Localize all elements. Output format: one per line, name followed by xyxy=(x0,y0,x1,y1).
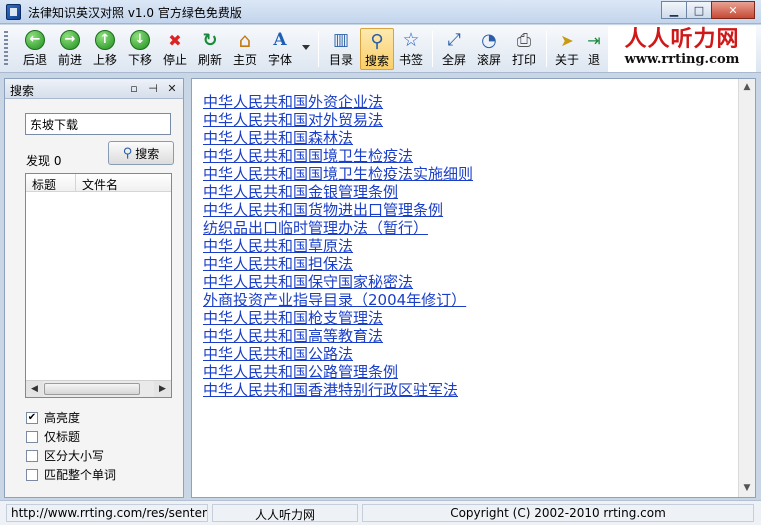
search-input[interactable] xyxy=(25,113,171,135)
move-down-button[interactable]: ↓ 下移 xyxy=(123,28,157,70)
panel-close-icon[interactable]: ✕ xyxy=(165,82,179,95)
toolbar-separator xyxy=(432,31,433,67)
contents-button[interactable]: ▥ 目录 xyxy=(324,28,358,70)
search-button[interactable]: ⚲ 搜索 xyxy=(108,141,174,165)
scroll-right-icon[interactable]: ▶ xyxy=(154,381,171,397)
law-link[interactable]: 中华人民共和国公路管理条例 xyxy=(203,363,473,381)
window-controls: ▁ □ ✕ xyxy=(661,1,755,19)
law-link[interactable]: 中华人民共和国香港特别行政区驻军法 xyxy=(203,381,473,399)
print-button[interactable]: ⎙ 打印 xyxy=(507,28,541,70)
checkbox[interactable] xyxy=(26,468,38,481)
contents-icon: ▥ xyxy=(332,30,350,50)
law-link[interactable]: 中华人民共和国金银管理条例 xyxy=(203,183,473,201)
option-highlight[interactable]: ✔ 高亮度 xyxy=(26,409,80,426)
forward-arrow-icon: → xyxy=(59,29,81,51)
status-bar: http://www.rrting.com/res/sentenc 人人听力网 … xyxy=(0,500,761,525)
stop-icon: ✖ xyxy=(168,30,182,50)
column-filename[interactable]: 文件名 xyxy=(76,174,171,192)
checkbox-checked[interactable]: ✔ xyxy=(26,411,38,424)
toolbar-separator xyxy=(546,31,547,67)
law-link[interactable]: 中华人民共和国高等教育法 xyxy=(203,327,473,345)
law-link[interactable]: 中华人民共和国国境卫生检疫法实施细则 xyxy=(203,165,473,183)
option-title-only[interactable]: 仅标题 xyxy=(26,428,80,445)
law-link-list: 中华人民共和国外资企业法 中华人民共和国对外贸易法 中华人民共和国森林法 中华人… xyxy=(203,93,473,399)
law-link[interactable]: 中华人民共和国担保法 xyxy=(203,255,473,273)
law-link[interactable]: 中华人民共和国森林法 xyxy=(203,129,473,147)
content-vscrollbar[interactable]: ▲ ▼ xyxy=(738,79,755,497)
printer-icon: ⎙ xyxy=(516,29,532,51)
font-icon: A xyxy=(273,30,287,50)
checkbox[interactable] xyxy=(26,430,38,443)
content-pane: 中华人民共和国外资企业法 中华人民共和国对外贸易法 中华人民共和国森林法 中华人… xyxy=(191,78,756,498)
up-arrow-icon: ↑ xyxy=(94,29,116,51)
scroll-thumb[interactable] xyxy=(44,383,140,395)
panel-pin-icon[interactable]: ⊣ xyxy=(146,82,160,95)
bookmark-button[interactable]: ☆ 书签 xyxy=(394,28,428,70)
stop-button[interactable]: ✖ 停止 xyxy=(158,28,192,70)
autoscroll-icon: ◔ xyxy=(481,29,497,51)
scroll-down-icon[interactable]: ▼ xyxy=(739,480,755,497)
law-link[interactable]: 纺织品出口临时管理办法（暂行） xyxy=(203,219,473,237)
law-link[interactable]: 中华人民共和国草原法 xyxy=(203,237,473,255)
law-link[interactable]: 中华人民共和国公路法 xyxy=(203,345,473,363)
law-link[interactable]: 中华人民共和国对外贸易法 xyxy=(203,111,473,129)
panel-float-icon[interactable]: ▫ xyxy=(127,82,141,95)
scroll-up-icon[interactable]: ▲ xyxy=(739,79,755,96)
option-match-case[interactable]: 区分大小写 xyxy=(26,447,104,464)
status-copyright: Copyright (C) 2002-2010 rrting.com xyxy=(362,504,754,522)
panel-title: 搜索 xyxy=(10,84,35,98)
bookmark-star-icon: ☆ xyxy=(402,29,420,51)
close-button[interactable]: ✕ xyxy=(711,1,755,19)
logo-url: www.rrting.com xyxy=(624,52,740,67)
option-whole-word[interactable]: 匹配整个单词 xyxy=(26,466,116,483)
results-hscrollbar[interactable]: ◀ ▶ xyxy=(26,380,171,397)
exit-icon: ⇥ xyxy=(587,30,601,50)
found-count: 发现 0 xyxy=(26,154,62,168)
search-icon: ⚲ xyxy=(370,30,384,52)
about-pointer-icon: ➤ xyxy=(560,30,574,50)
font-dropdown-arrow[interactable] xyxy=(302,45,310,50)
back-button[interactable]: ← 后退 xyxy=(18,28,52,70)
maximize-button[interactable]: □ xyxy=(686,1,712,19)
refresh-button[interactable]: ↻ 刷新 xyxy=(193,28,227,70)
site-logo: 人人听力网 www.rrting.com xyxy=(608,26,756,72)
toolbar-grip[interactable] xyxy=(4,31,8,67)
fullscreen-button[interactable]: ⤢ 全屏 xyxy=(437,28,471,70)
autoscroll-button[interactable]: ◔ 滚屏 xyxy=(472,28,506,70)
magnifier-icon: ⚲ xyxy=(122,145,133,161)
law-link[interactable]: 中华人民共和国枪支管理法 xyxy=(203,309,473,327)
home-button[interactable]: ⌂ 主页 xyxy=(228,28,262,70)
window-title: 法律知识英汉对照 v1.0 官方绿色免费版 xyxy=(28,6,242,20)
back-arrow-icon: ← xyxy=(24,29,46,51)
law-link[interactable]: 中华人民共和国货物进出口管理条例 xyxy=(203,201,473,219)
about-button[interactable]: ➤ 关于 xyxy=(550,28,584,70)
scroll-left-icon[interactable]: ◀ xyxy=(26,381,43,397)
fullscreen-icon: ⤢ xyxy=(447,30,461,50)
results-header: 标题 文件名 xyxy=(26,174,171,192)
search-button-toolbar[interactable]: ⚲ 搜索 xyxy=(360,28,394,70)
title-bar: 法律知识英汉对照 v1.0 官方绿色免费版 ▁ □ ✕ xyxy=(0,0,761,24)
status-site: 人人听力网 xyxy=(212,504,358,522)
results-list[interactable]: 标题 文件名 ◀ ▶ xyxy=(25,173,172,398)
forward-button[interactable]: → 前进 xyxy=(53,28,87,70)
refresh-icon: ↻ xyxy=(202,29,218,51)
home-icon: ⌂ xyxy=(238,28,252,52)
law-link[interactable]: 中华人民共和国国境卫生检疫法 xyxy=(203,147,473,165)
column-title[interactable]: 标题 xyxy=(26,174,76,192)
law-link[interactable]: 外商投资产业指导目录（2004年修订） xyxy=(203,291,473,309)
toolbar-separator xyxy=(318,31,319,67)
law-link[interactable]: 中华人民共和国保守国家秘密法 xyxy=(203,273,473,291)
law-link[interactable]: 中华人民共和国外资企业法 xyxy=(203,93,473,111)
search-panel: 搜索 ▫ ⊣ ✕ 发现 0 ⚲ 搜索 标题 文件名 ◀ ▶ ✔ 高亮度 仅标题 … xyxy=(4,78,184,498)
app-book-icon xyxy=(6,4,21,20)
status-url: http://www.rrting.com/res/sentenc xyxy=(6,504,208,522)
exit-button[interactable]: ⇥ 退 xyxy=(582,28,606,70)
font-button[interactable]: A 字体 xyxy=(263,28,297,70)
down-arrow-icon: ↓ xyxy=(129,29,151,51)
logo-title: 人人听力网 xyxy=(624,26,740,52)
move-up-button[interactable]: ↑ 上移 xyxy=(88,28,122,70)
panel-header: 搜索 ▫ ⊣ ✕ xyxy=(5,79,183,99)
minimize-button[interactable]: ▁ xyxy=(661,1,687,19)
checkbox[interactable] xyxy=(26,449,38,462)
